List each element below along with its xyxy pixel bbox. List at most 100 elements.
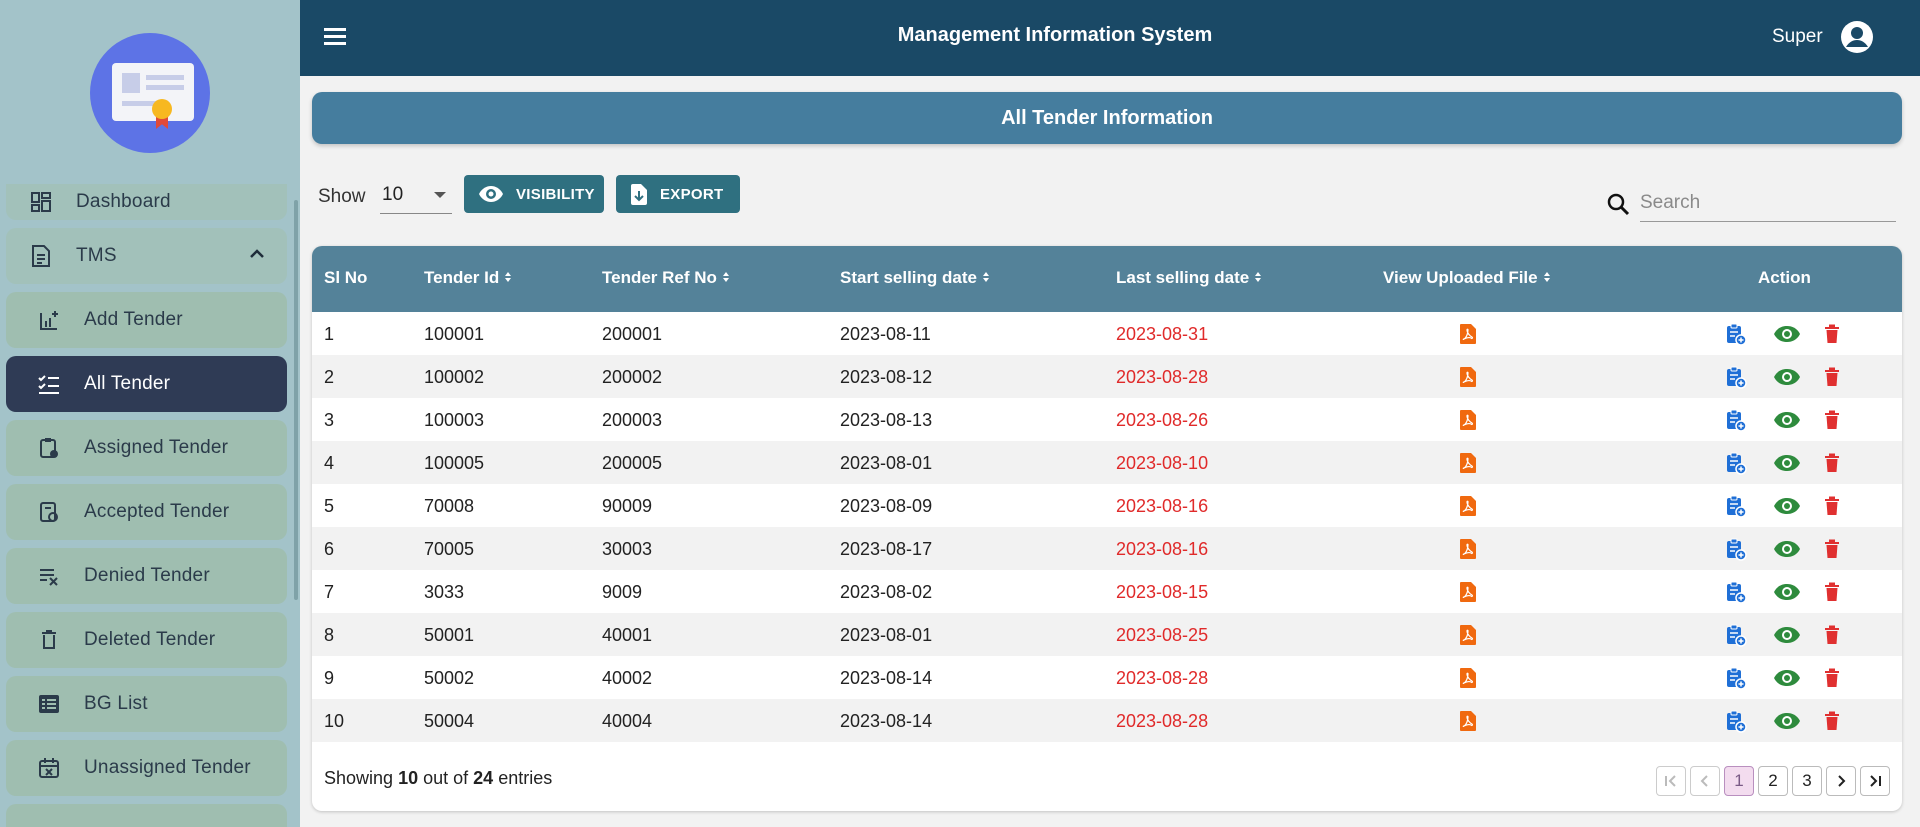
sidebar-item-unassigned-tender[interactable]: Unassigned Tender bbox=[6, 740, 287, 796]
assign-icon[interactable] bbox=[1724, 408, 1748, 432]
sidebar-item-assigned-tender[interactable]: Assigned Tender bbox=[6, 420, 287, 476]
table-body: 1 100001 200001 2023-08-11 2023-08-31 2 100002… bbox=[312, 312, 1902, 742]
page-button-2[interactable]: 2 bbox=[1758, 766, 1788, 796]
cell-sl-no: 2 bbox=[324, 367, 335, 387]
page-button-1[interactable]: 1 bbox=[1724, 766, 1754, 796]
cell-sl-no: 5 bbox=[324, 496, 335, 516]
sidebar-item-label: Unassigned Tender bbox=[84, 757, 251, 778]
assign-icon[interactable] bbox=[1724, 537, 1748, 561]
assigned-icon bbox=[36, 435, 62, 461]
sidebar-item-bg-list[interactable]: BG List bbox=[6, 676, 287, 732]
pdf-file-icon[interactable] bbox=[1456, 580, 1480, 604]
view-icon[interactable] bbox=[1772, 537, 1802, 561]
column-header-start-selling-date[interactable]: Start selling date bbox=[840, 268, 990, 288]
delete-icon[interactable] bbox=[1820, 365, 1844, 389]
view-icon[interactable] bbox=[1772, 451, 1802, 475]
view-icon[interactable] bbox=[1772, 322, 1802, 346]
cell-tender-ref-no: 90009 bbox=[602, 496, 653, 516]
delete-icon[interactable] bbox=[1820, 666, 1844, 690]
view-icon[interactable] bbox=[1772, 623, 1802, 647]
page-button-3[interactable]: 3 bbox=[1792, 766, 1822, 796]
pdf-file-icon[interactable] bbox=[1456, 623, 1480, 647]
account-circle-icon[interactable] bbox=[1840, 20, 1874, 54]
sidebar-item-partial[interactable] bbox=[6, 804, 287, 827]
cell-start-selling-date: 2023-08-14 bbox=[840, 711, 933, 731]
sidebar-item-label: Deleted Tender bbox=[84, 629, 216, 650]
assign-icon[interactable] bbox=[1724, 709, 1748, 733]
page-size-select[interactable]: 10 bbox=[380, 176, 452, 214]
sidebar-item-all-tender[interactable]: All Tender bbox=[6, 356, 287, 412]
cell-tender-id: 70008 bbox=[424, 496, 475, 516]
cell-sl-no: 6 bbox=[324, 539, 335, 559]
assign-icon[interactable] bbox=[1724, 322, 1748, 346]
pdf-file-icon[interactable] bbox=[1456, 365, 1480, 389]
delete-icon[interactable] bbox=[1820, 537, 1844, 561]
pdf-file-icon[interactable] bbox=[1456, 322, 1480, 346]
pdf-file-icon[interactable] bbox=[1456, 408, 1480, 432]
table-row: 8 50001 40001 2023-08-01 2023-08-25 bbox=[312, 613, 1902, 656]
cell-sl-no: 8 bbox=[324, 625, 335, 645]
sidebar-item-tms[interactable]: TMS bbox=[6, 228, 287, 284]
delete-icon[interactable] bbox=[1820, 623, 1844, 647]
calendar-x-icon bbox=[36, 755, 62, 781]
view-icon[interactable] bbox=[1772, 580, 1802, 604]
pdf-file-icon[interactable] bbox=[1456, 666, 1480, 690]
checklist-icon bbox=[36, 371, 62, 397]
assign-icon[interactable] bbox=[1724, 623, 1748, 647]
column-header-tender-id[interactable]: Tender Id bbox=[424, 268, 512, 288]
assign-icon[interactable] bbox=[1724, 365, 1748, 389]
assign-icon[interactable] bbox=[1724, 494, 1748, 518]
assign-icon[interactable] bbox=[1724, 451, 1748, 475]
view-icon[interactable] bbox=[1772, 408, 1802, 432]
delete-icon[interactable] bbox=[1820, 494, 1844, 518]
export-button[interactable]: EXPORT bbox=[616, 175, 740, 213]
cell-last-selling-date: 2023-08-10 bbox=[1116, 453, 1209, 473]
table-row: 4 100005 200005 2023-08-01 2023-08-10 bbox=[312, 441, 1902, 484]
pdf-file-icon[interactable] bbox=[1456, 494, 1480, 518]
table-row: 3 100003 200003 2023-08-13 2023-08-26 bbox=[312, 398, 1902, 441]
user-name[interactable]: Super bbox=[1772, 26, 1823, 48]
cell-tender-id: 50004 bbox=[424, 711, 475, 731]
tender-table: Sl No Tender Id Tender Ref No Start sell… bbox=[312, 246, 1902, 811]
table-row: 7 3033 9009 2023-08-02 2023-08-15 bbox=[312, 570, 1902, 613]
sidebar-scrollbar[interactable] bbox=[294, 200, 298, 600]
sidebar-item-accepted-tender[interactable]: Accepted Tender bbox=[6, 484, 287, 540]
search-input[interactable] bbox=[1640, 184, 1896, 222]
column-header-view-uploaded-file[interactable]: View Uploaded File bbox=[1383, 268, 1551, 288]
last-page-button[interactable] bbox=[1860, 766, 1890, 796]
delete-icon[interactable] bbox=[1820, 709, 1844, 733]
cell-tender-ref-no: 200005 bbox=[602, 453, 663, 473]
visibility-button[interactable]: VISIBILITY bbox=[464, 175, 604, 213]
cell-tender-ref-no: 40001 bbox=[602, 625, 653, 645]
column-header-tender-ref-no[interactable]: Tender Ref No bbox=[602, 268, 730, 288]
column-header-last-selling-date[interactable]: Last selling date bbox=[1116, 268, 1262, 288]
sidebar-item-add-tender[interactable]: Add Tender bbox=[6, 292, 287, 348]
pdf-file-icon[interactable] bbox=[1456, 537, 1480, 561]
cell-tender-ref-no: 40002 bbox=[602, 668, 653, 688]
assign-icon[interactable] bbox=[1724, 580, 1748, 604]
next-page-button[interactable] bbox=[1826, 766, 1856, 796]
sidebar-item-dashboard[interactable]: Dashboard bbox=[6, 184, 287, 220]
delete-icon[interactable] bbox=[1820, 322, 1844, 346]
delete-icon[interactable] bbox=[1820, 580, 1844, 604]
pdf-file-icon[interactable] bbox=[1456, 709, 1480, 733]
view-icon[interactable] bbox=[1772, 365, 1802, 389]
view-icon[interactable] bbox=[1772, 666, 1802, 690]
sidebar-item-label: Assigned Tender bbox=[84, 437, 229, 458]
sidebar-item-denied-tender[interactable]: Denied Tender bbox=[6, 548, 287, 604]
sort-icon bbox=[982, 268, 990, 288]
pdf-file-icon[interactable] bbox=[1456, 451, 1480, 475]
view-icon[interactable] bbox=[1772, 494, 1802, 518]
sort-icon bbox=[1543, 268, 1551, 288]
assign-icon[interactable] bbox=[1724, 666, 1748, 690]
prev-page-button[interactable] bbox=[1690, 766, 1720, 796]
first-page-button[interactable] bbox=[1656, 766, 1686, 796]
column-header-sl-no: Sl No bbox=[324, 268, 368, 287]
sidebar-item-deleted-tender[interactable]: Deleted Tender bbox=[6, 612, 287, 668]
delete-icon[interactable] bbox=[1820, 408, 1844, 432]
delete-icon[interactable] bbox=[1820, 451, 1844, 475]
view-icon[interactable] bbox=[1772, 709, 1802, 733]
cell-sl-no: 10 bbox=[324, 711, 345, 731]
cell-last-selling-date: 2023-08-31 bbox=[1116, 324, 1209, 344]
sidebar-item-label: Dashboard bbox=[76, 191, 171, 212]
